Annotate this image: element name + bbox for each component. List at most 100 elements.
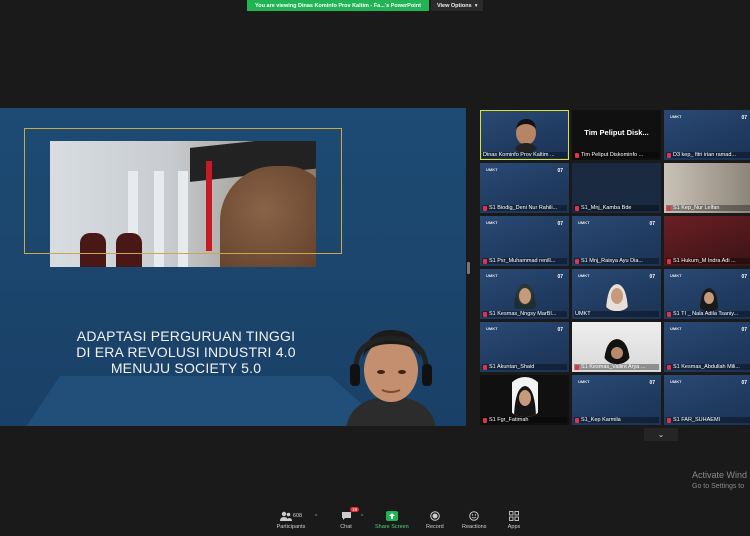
participant-tile[interactable]: UMKT 07 D3 kep_ fitri irian ramad... — [664, 110, 750, 160]
mic-muted-icon — [667, 311, 671, 317]
participant-tile[interactable]: Dinas Kominfo Prov Kaltim ... — [480, 110, 569, 160]
participant-video — [700, 288, 718, 311]
mic-muted-icon — [667, 258, 671, 264]
chat-label: Chat — [340, 524, 352, 530]
tile-date: 07 — [741, 115, 747, 121]
mic-muted-icon — [667, 152, 671, 158]
participant-name: Tim Peliput Diskominfo ... — [574, 152, 659, 158]
tile-date: 07 — [557, 274, 563, 280]
viewing-banner: You are viewing Dinas Kominfo Prov Kalti… — [247, 0, 429, 11]
mic-muted-icon — [483, 417, 487, 423]
mic-muted-icon — [483, 311, 487, 317]
view-options-button[interactable]: View Options ▾ — [430, 0, 484, 11]
participant-tile[interactable]: UMKT 07 S1 FAR_SUHAEMI — [664, 375, 750, 425]
shared-screen[interactable]: ADAPTASI PERGURUAN TINGGI DI ERA REVOLUS… — [0, 108, 466, 426]
slide-frame — [24, 128, 342, 254]
participant-name: S1 Hukum_M Indra Adi ... — [666, 258, 750, 264]
event-logo-icon: UMKT — [486, 326, 498, 331]
participant-tile[interactable]: S1 Kesmas_Vallint Arya ... — [572, 322, 661, 372]
splitter-handle[interactable] — [467, 262, 470, 274]
chevron-down-icon: ▾ — [474, 2, 478, 9]
tile-date: 07 — [649, 274, 655, 280]
mic-muted-icon — [667, 417, 671, 423]
participant-tile[interactable]: S1 Kep_Nur Lelfan — [664, 163, 750, 213]
participant-tile[interactable]: UMKT 07 S1 Biodig_Deni Nur Rahili... — [480, 163, 569, 213]
participant-video — [512, 377, 538, 417]
mic-muted-icon — [667, 205, 671, 211]
event-logo-icon: UMKT — [670, 114, 682, 119]
participant-tile[interactable]: UMKT 07 UMKT — [572, 269, 661, 319]
participant-name: S1 TI _ Nala Adila Tsaniy... — [666, 311, 750, 317]
apps-button[interactable]: Apps — [507, 510, 521, 530]
participants-button[interactable]: 608 Participants — [276, 510, 306, 530]
tile-date: 07 — [741, 274, 747, 280]
participants-label: Participants — [276, 524, 306, 530]
watermark-title: Activate Wind — [692, 470, 748, 480]
share-banner: You are viewing Dinas Kominfo Prov Kalti… — [247, 0, 484, 11]
participant-name: UMKT — [574, 311, 659, 317]
mic-muted-icon — [483, 364, 487, 370]
participant-tile[interactable]: UMKT 07 S1 Psr_Muhammad renill... — [480, 216, 569, 266]
event-logo-icon: UMKT — [486, 273, 498, 278]
event-logo-icon: UMKT — [486, 220, 498, 225]
record-label: Record — [426, 524, 444, 530]
event-logo-icon: UMKT — [578, 273, 590, 278]
reactions-icon — [469, 511, 480, 521]
mic-muted-icon — [483, 205, 487, 211]
participant-name: S1 Kesmas_Nngsy MarBl... — [482, 311, 567, 317]
share-screen-button[interactable]: Share Screen — [375, 510, 409, 530]
participant-tile[interactable]: S1_Mnj_Kamba Bde — [572, 163, 661, 213]
participant-name: S1_Mnj_Kamba Bde — [574, 205, 659, 211]
participant-tile[interactable]: UMKT 07 S1 TI _ Nala Adila Tsaniy... — [664, 269, 750, 319]
participant-name: S1 Fgr_Fatimah — [482, 417, 567, 423]
reactions-label: Reactions — [462, 524, 487, 530]
event-logo-icon: UMKT — [670, 273, 682, 278]
tile-date: 07 — [741, 327, 747, 333]
mic-muted-icon — [667, 364, 671, 370]
mic-muted-icon — [483, 258, 487, 264]
participant-tile[interactable]: UMKT 07 S1_Kep Karmila — [572, 375, 661, 425]
participant-tile[interactable]: UMKT 07 S1 Mnj_Raisya Ayu Dia... — [572, 216, 661, 266]
participant-name: S1 Akuntan_Shaid — [482, 364, 567, 370]
watermark-subtitle: Go to Settings to — [692, 483, 745, 490]
slide-title: ADAPTASI PERGURUAN TINGGI DI ERA REVOLUS… — [76, 328, 296, 376]
mic-muted-icon — [575, 258, 579, 264]
event-logo-icon: UMKT — [578, 220, 590, 225]
participant-tile[interactable]: UMKT 07 S1 Kesmas_Abdullah Mili... — [664, 322, 750, 372]
chat-unread-badge: 18 — [349, 507, 359, 512]
tile-date: 07 — [741, 380, 747, 386]
participant-name: S1 Kesmas_Abdullah Mili... — [666, 364, 750, 370]
participants-count: 608 — [292, 513, 303, 519]
mic-muted-icon — [575, 417, 579, 423]
participant-tile[interactable]: Tim Peliput Disk... Tim Peliput Diskomin… — [572, 110, 661, 160]
event-logo-icon: UMKT — [670, 326, 682, 331]
participant-tile[interactable]: UMKT 07 S1 Akuntan_Shaid — [480, 322, 569, 372]
record-icon — [430, 511, 440, 521]
event-logo-icon: UMKT — [486, 167, 498, 172]
view-options-label: View Options — [436, 2, 472, 9]
gallery-next-page-button[interactable]: ⌄ — [644, 428, 678, 441]
meeting-toolbar: 608 Participants ^ 18 Chat ^ Share Scree… — [0, 506, 750, 536]
event-logo-icon: UMKT — [670, 379, 682, 384]
apps-icon — [509, 511, 519, 521]
mic-muted-icon — [575, 152, 579, 158]
participant-name: S1 Biodig_Deni Nur Rahili... — [482, 205, 567, 211]
record-button[interactable]: Record — [426, 510, 444, 530]
chevron-up-icon[interactable]: ^ — [315, 514, 317, 520]
reactions-button[interactable]: Reactions — [462, 510, 486, 530]
mic-muted-icon — [575, 364, 579, 370]
activate-windows-watermark: Activate Wind Go to Settings to — [692, 470, 747, 492]
participant-name: S1 Psr_Muhammad renill... — [482, 258, 567, 264]
chevron-up-icon[interactable]: ^ — [361, 514, 363, 520]
chat-button[interactable]: 18 Chat — [339, 507, 359, 530]
participant-name: S1_Kep Karmila — [574, 417, 659, 423]
participant-tile[interactable]: S1 Fgr_Fatimah — [480, 375, 569, 425]
participant-video — [513, 119, 539, 153]
mic-muted-icon — [575, 205, 579, 211]
tile-date: 07 — [649, 221, 655, 227]
participant-tile[interactable]: UMKT 07 S1 Kesmas_Nngsy MarBl... — [480, 269, 569, 319]
participant-name: S1 Kep_Nur Lelfan — [666, 205, 750, 211]
tile-date: 07 — [557, 327, 563, 333]
participant-tile[interactable]: S1 Hukum_M Indra Adi ... — [664, 216, 750, 266]
participant-name: Dinas Kominfo Prov Kaltim ... — [482, 152, 567, 158]
